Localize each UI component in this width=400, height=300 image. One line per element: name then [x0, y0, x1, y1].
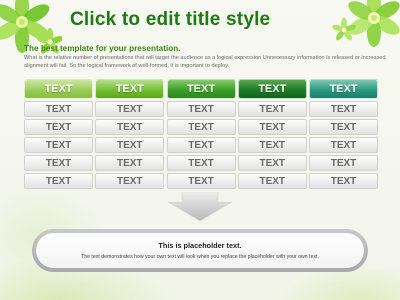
down-arrow-icon: [166, 192, 234, 222]
table-cell: TEXT: [24, 155, 93, 171]
table-cell: TEXT: [166, 119, 236, 135]
data-table: TEXT TEXT TEXT TEXT TEXT TEXT TEXT TEXT …: [24, 79, 378, 191]
table-cell: TEXT: [237, 155, 307, 171]
table-cell: TEXT: [309, 173, 378, 189]
table-cell: TEXT: [237, 101, 307, 117]
table-header-cell: TEXT: [95, 79, 165, 99]
table-cell: TEXT: [24, 137, 93, 153]
table-header-cell: TEXT: [166, 79, 236, 99]
table-header-cell: TEXT: [309, 79, 378, 99]
table-cell: TEXT: [24, 119, 93, 135]
subtitle: The best template for your presentation.: [24, 44, 181, 53]
table-cell: TEXT: [166, 173, 236, 189]
description: What is the relative number of presentat…: [24, 55, 386, 69]
placeholder-box[interactable]: This is placeholder text. The text demon…: [32, 229, 368, 272]
table-cell: TEXT: [309, 137, 378, 153]
placeholder-text: The text demonstrates how your own text …: [81, 254, 319, 260]
table-header-cell: TEXT: [237, 79, 307, 99]
placeholder-title: This is placeholder text.: [158, 241, 242, 250]
table-header-cell: TEXT: [24, 79, 93, 99]
table-cell: TEXT: [166, 137, 236, 153]
table-cell: TEXT: [309, 155, 378, 171]
table-cell: TEXT: [166, 155, 236, 171]
table-cell: TEXT: [95, 137, 165, 153]
table-cell: TEXT: [309, 119, 378, 135]
table-cell: TEXT: [237, 137, 307, 153]
placeholder-inner: This is placeholder text. The text demon…: [36, 233, 364, 268]
table-cell: TEXT: [309, 101, 378, 117]
table-cell: TEXT: [166, 101, 236, 117]
table-cell: TEXT: [95, 119, 165, 135]
table-cell: TEXT: [24, 173, 93, 189]
table-cell: TEXT: [95, 173, 165, 189]
table-cell: TEXT: [237, 119, 307, 135]
table-cell: TEXT: [95, 155, 165, 171]
table-cell: TEXT: [95, 101, 165, 117]
table-cell: TEXT: [237, 173, 307, 189]
table-cell: TEXT: [24, 101, 93, 117]
page-title[interactable]: Click to edit title style: [70, 9, 270, 31]
slide: Click to edit title style The best templ…: [0, 0, 400, 300]
flower-top-right-icon: [330, 0, 400, 50]
